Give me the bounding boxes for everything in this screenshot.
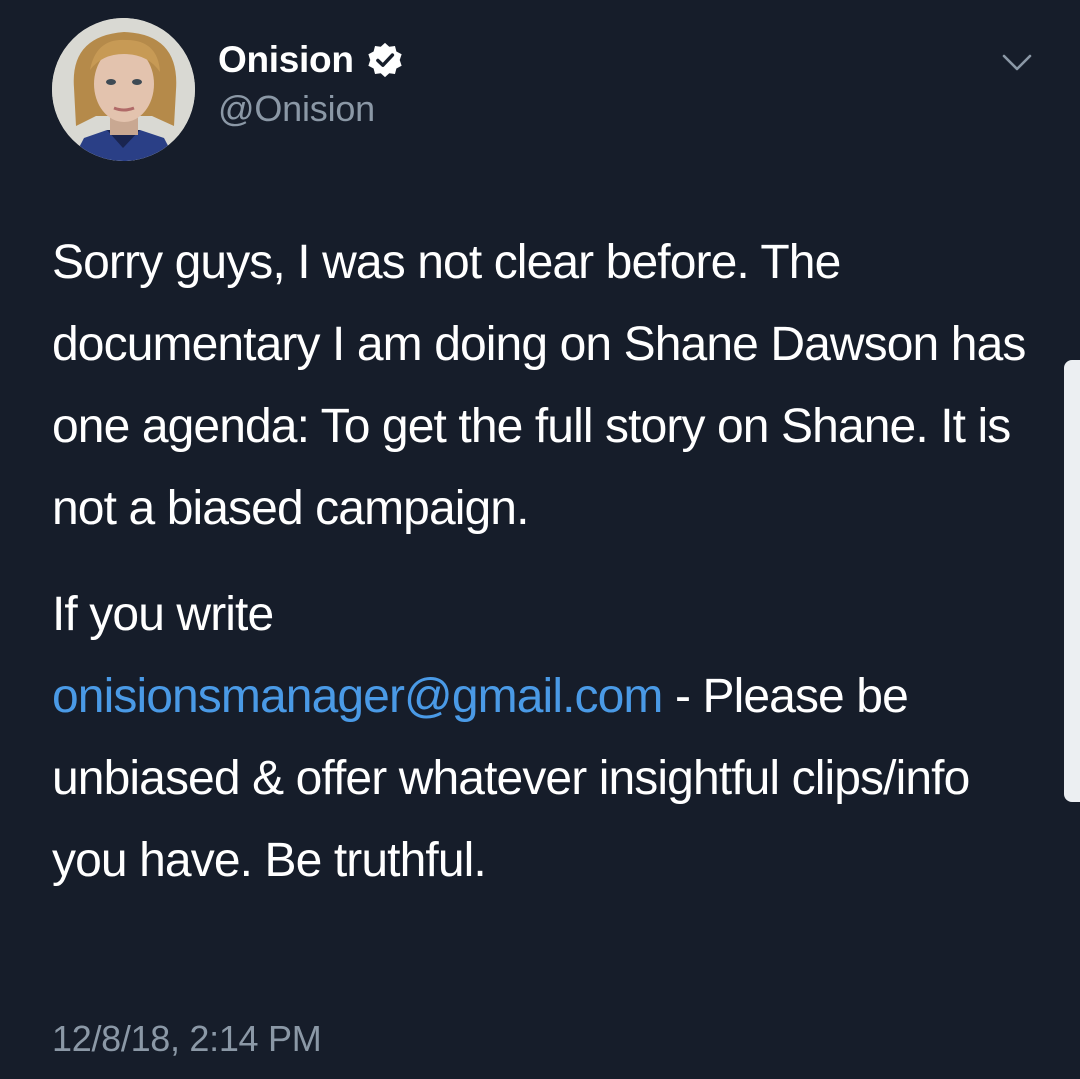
author-handle[interactable]: @Onision bbox=[218, 88, 375, 130]
chevron-down-icon[interactable] bbox=[1000, 50, 1034, 76]
avatar-image bbox=[52, 18, 195, 161]
verified-badge-icon bbox=[366, 41, 404, 79]
avatar[interactable] bbox=[52, 18, 195, 161]
tweet-card: Onision @Onision Sorry guys, I was not c… bbox=[0, 0, 1080, 1079]
tweet-paragraph-1: Sorry guys, I was not clear before. The … bbox=[52, 236, 1026, 535]
tweet-timestamp[interactable]: 12/8/18, 2:14 PM bbox=[52, 1018, 322, 1060]
tweet-paragraph-2-intro: If you write bbox=[52, 588, 274, 641]
email-link[interactable]: onisionsmanager@gmail.com bbox=[52, 670, 663, 723]
author-display-name[interactable]: Onision bbox=[218, 39, 354, 81]
tweet-paragraph-2: If you write onisionsmanager@gmail.com -… bbox=[52, 574, 1042, 902]
author-name-row: Onision bbox=[218, 38, 404, 82]
scrollbar[interactable] bbox=[1064, 360, 1080, 802]
tweet-text: Sorry guys, I was not clear before. The … bbox=[52, 222, 1042, 902]
